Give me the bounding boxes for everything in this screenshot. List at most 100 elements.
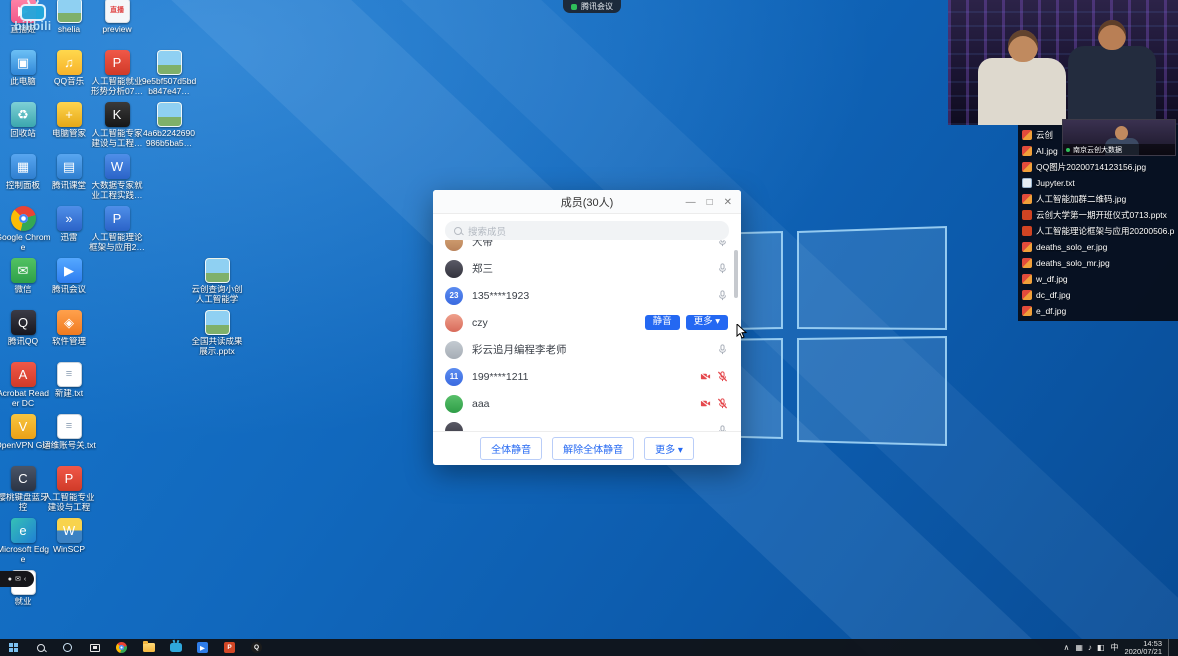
member-row[interactable]: czy 静音 更多 ▾ — [433, 309, 741, 336]
media-player-taskbar-icon[interactable]: ▶ — [189, 639, 216, 656]
member-row[interactable]: 11 199****1211 — [433, 363, 741, 390]
search-icon — [454, 227, 462, 235]
avatar — [445, 422, 463, 432]
tray-icon[interactable]: ▦ — [1075, 644, 1083, 652]
file-item[interactable]: w_df.jpg — [1018, 271, 1178, 287]
person-left-head — [1008, 30, 1038, 62]
app-icon: e — [11, 518, 36, 543]
member-name: czy — [472, 317, 645, 329]
qq-taskbar-icon[interactable]: Q — [243, 639, 270, 656]
file-type-icon — [1022, 130, 1032, 140]
file-explorer-taskbar-icon[interactable] — [135, 639, 162, 656]
app-icon: + — [57, 102, 82, 127]
desktop-icon[interactable]: 云创查询小创人工智能学院… — [188, 254, 246, 306]
member-row[interactable]: 23 135****1923 — [433, 282, 741, 309]
desktop-icon[interactable]: P 人工智能专业建设与工程 — [40, 462, 98, 514]
desktop-icon[interactable]: P 人工智能理论框架与应用2… — [88, 202, 146, 254]
footer-more-button[interactable]: 更多 ▾ — [644, 437, 694, 460]
file-item[interactable]: Jupyter.txt — [1018, 175, 1178, 191]
minimize-button[interactable]: — — [686, 197, 696, 208]
input-method-indicator[interactable]: 中 — [1110, 644, 1118, 652]
taskbar-clock[interactable]: 14:53 2020/07/21 — [1124, 640, 1162, 656]
desktop-icon[interactable]: K 人工智能专家建设与工程… — [88, 98, 146, 150]
file-item[interactable]: 云创大学第一期开班仪式0713.pptx — [1018, 207, 1178, 223]
mute-button[interactable]: 静音 — [645, 315, 680, 330]
member-list: 大帝 — [433, 240, 741, 431]
app-icon: ♻ — [11, 102, 36, 127]
desktop-icon-label: 全国共读成果展示.pptx — [189, 337, 245, 356]
mic-icon — [717, 398, 728, 409]
file-type-icon — [1022, 194, 1032, 204]
thumbnail-person-head — [1115, 126, 1128, 140]
member-row[interactable]: 郑三 — [433, 255, 741, 282]
webcam-video[interactable] — [948, 0, 1178, 125]
app-icon: ▶ — [57, 258, 82, 283]
file-item[interactable]: QQ图片20200714123156.jpg — [1018, 159, 1178, 175]
unmute-all-button[interactable]: 解除全体静音 — [552, 437, 634, 460]
stream-toolbar-icon[interactable]: ‹ — [24, 576, 26, 583]
screen-share-banner[interactable]: 腾讯会议 — [563, 0, 621, 13]
self-view-thumbnail[interactable]: 南京云创大数据 — [1062, 119, 1176, 156]
desktop-icon[interactable]: W WinSCP — [40, 514, 98, 566]
desktop-icon[interactable]: 直播 preview — [88, 0, 146, 46]
desktop-icon[interactable]: ▶ 腾讯会议 — [40, 254, 98, 306]
member-more-button[interactable]: 更多 ▾ — [686, 315, 728, 330]
file-item[interactable]: 人工智能理论框架与应用20200506.pptx — [1018, 223, 1178, 239]
tray-expand-caret[interactable]: ∧ — [1063, 644, 1069, 652]
desktop-icon[interactable]: W 大数据专家就业工程实践… — [88, 150, 146, 202]
image-file-icon — [205, 258, 230, 283]
dialog-title: 成员(30人) — [561, 194, 614, 210]
start-button[interactable] — [0, 639, 27, 656]
desktop-icon-label: WinSCP — [41, 545, 97, 555]
action-center-edge[interactable] — [1168, 639, 1173, 656]
avatar — [445, 395, 463, 413]
desktop-screen: ▶ 直播姬 ▣ 此电脑 ♻ 回收站 ▦ 控制面板 Google Chrome — [0, 0, 1178, 656]
avatar — [445, 240, 463, 251]
app-icon: » — [57, 206, 82, 231]
tray-icon[interactable]: ♪ — [1088, 644, 1092, 652]
file-item[interactable]: 人工智能加群二维码.jpg — [1018, 191, 1178, 207]
dialog-titlebar[interactable]: 成员(30人) — □ ✕ — [433, 190, 741, 214]
desktop-icon[interactable]: P 人工智能就业形势分析07… — [88, 46, 146, 98]
file-type-icon — [1022, 274, 1032, 284]
stream-toolbar-icon[interactable]: ● — [8, 576, 12, 583]
file-name: QQ图片20200714123156.jpg — [1036, 161, 1146, 173]
task-view-button[interactable] — [81, 639, 108, 656]
app-icon: ≡ — [57, 362, 82, 387]
tray-icon[interactable]: ◧ — [1097, 644, 1105, 652]
desktop-icon[interactable]: ≡ 运维账号关.txt — [40, 410, 98, 462]
file-item[interactable]: deaths_solo_er.jpg — [1018, 239, 1178, 255]
file-item[interactable]: dc_df.jpg — [1018, 287, 1178, 303]
powerpoint-taskbar-icon[interactable]: P — [216, 639, 243, 656]
maximize-button[interactable]: □ — [707, 197, 713, 208]
desktop-icon[interactable]: 全国共读成果展示.pptx — [188, 306, 246, 358]
app-icon: ◈ — [57, 310, 82, 335]
file-item[interactable]: deaths_solo_mr.jpg — [1018, 255, 1178, 271]
scrollbar-thumb[interactable] — [734, 250, 738, 298]
app-icon: P — [57, 466, 82, 491]
desktop-icon[interactable]: 9e5bf507d5bdb847e47… — [140, 46, 198, 98]
member-search-input[interactable]: 搜索成员 — [445, 221, 729, 240]
person-left-body — [978, 58, 1066, 125]
desktop-icon-label: 人工智能理论框架与应用2… — [89, 233, 145, 252]
mute-all-button[interactable]: 全体静音 — [480, 437, 542, 460]
desktop-icon[interactable]: 4a6b2242690986b5ba5… — [140, 98, 198, 150]
file-item[interactable]: e_df.jpg — [1018, 303, 1178, 319]
member-row[interactable]: 大帝 — [433, 240, 741, 255]
cortana-button[interactable] — [54, 639, 81, 656]
file-type-icon — [1022, 210, 1032, 220]
desktop-icon-label: 腾讯会议 — [41, 285, 97, 295]
desktop-icon[interactable]: ≡ 新建.txt — [40, 358, 98, 410]
close-button[interactable]: ✕ — [724, 197, 732, 208]
member-row[interactable]: 彩云追月编程李老师 — [433, 336, 741, 363]
share-status-icon — [571, 4, 577, 10]
taskbar-search-button[interactable] — [27, 639, 54, 656]
chrome-taskbar-icon[interactable] — [108, 639, 135, 656]
stream-toolbar-icon[interactable]: ✉ — [15, 576, 21, 583]
stream-toolbar-pill[interactable]: ●✉‹ — [0, 571, 34, 587]
member-row[interactable] — [433, 417, 741, 431]
app-icon: V — [11, 414, 36, 439]
member-row[interactable]: aaa — [433, 390, 741, 417]
bilibili-taskbar-icon[interactable] — [162, 639, 189, 656]
desktop-icon[interactable]: ◈ 软件管理 — [40, 306, 98, 358]
